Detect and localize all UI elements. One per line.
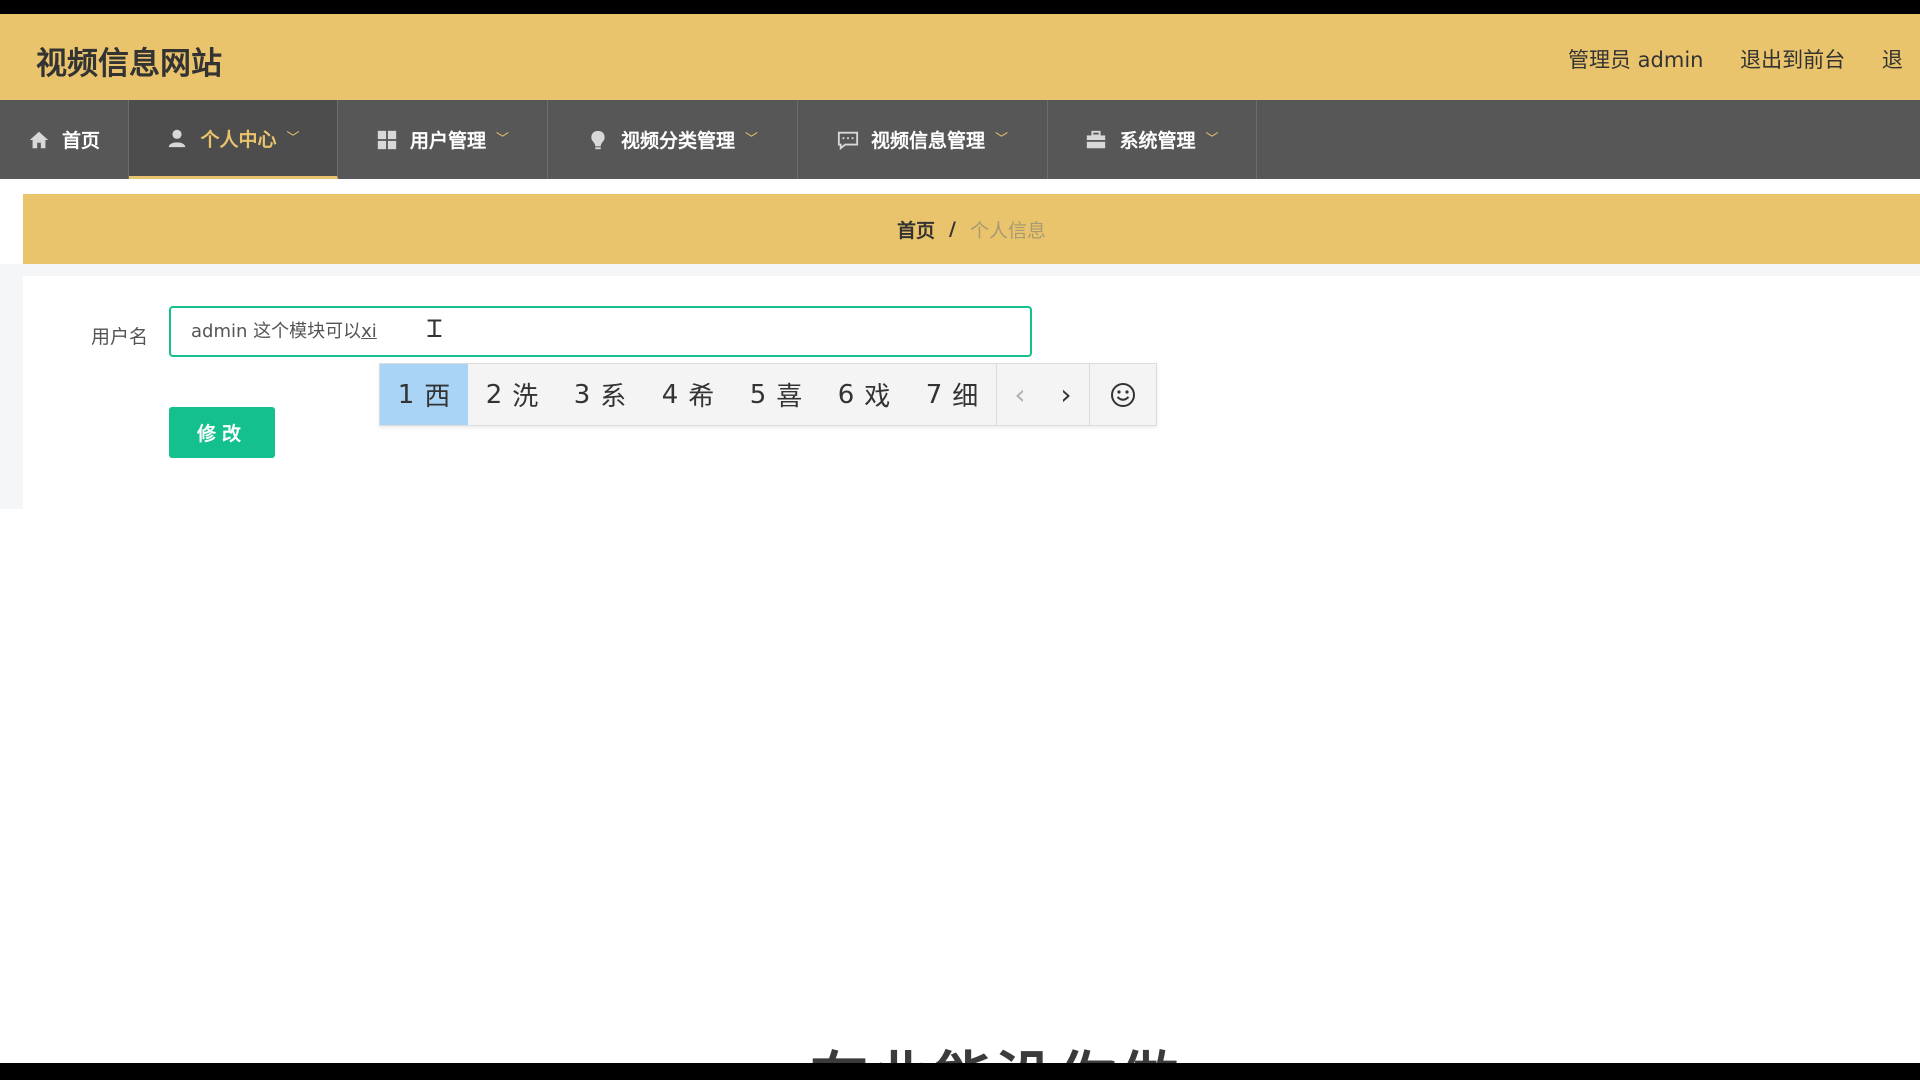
- nav-label: 个人中心: [200, 128, 277, 151]
- username-input[interactable]: admin 这个模块可以xi: [169, 306, 1032, 357]
- user-icon: [169, 129, 186, 148]
- ime-candidate[interactable]: 7细: [908, 364, 996, 425]
- nav-item-personal-center[interactable]: 个人中心 ﹀: [129, 100, 338, 179]
- ime-candidate[interactable]: 1西: [380, 364, 468, 425]
- nav-label: 系统管理: [1119, 130, 1196, 152]
- ime-candidate[interactable]: 6戏: [820, 364, 908, 425]
- nav-item-user-management[interactable]: 用户管理 ﹀: [338, 100, 548, 179]
- video-subtitle: 在业能没你做: [810, 1032, 1182, 1063]
- site-title: 视频信息网站: [36, 46, 222, 82]
- nav-label: 视频分类管理: [620, 130, 735, 152]
- nav-label: 视频信息管理: [870, 130, 985, 152]
- nav-item-home[interactable]: 首页: [0, 100, 129, 179]
- nav-label: 首页: [61, 130, 100, 152]
- breadcrumb: 首页 / 个人信息: [23, 194, 1920, 264]
- exit-to-front-link[interactable]: 退出到前台: [1740, 48, 1845, 72]
- browser-viewport: 视频信息网站 管理员 admin 退出到前台 退 首页 个人中心 ﹀ 用户管理 …: [0, 14, 1920, 1063]
- breadcrumb-home[interactable]: 首页: [897, 216, 935, 243]
- breadcrumb-current: 个人信息: [969, 219, 1046, 242]
- chat-icon: [837, 131, 859, 150]
- header-actions: 管理员 admin 退出到前台 退: [1568, 44, 1920, 74]
- chevron-down-icon: ﹀: [745, 132, 759, 147]
- top-header: 视频信息网站 管理员 admin 退出到前台 退: [0, 14, 1920, 100]
- admin-user-label: 管理员 admin: [1568, 48, 1704, 72]
- modify-button[interactable]: 修改: [169, 407, 275, 458]
- briefcase-icon: [1087, 130, 1106, 148]
- ime-candidate[interactable]: 4希: [644, 364, 732, 425]
- nav-item-system[interactable]: 系统管理 ﹀: [1048, 100, 1257, 179]
- username-label: 用户名: [91, 326, 149, 348]
- nav-item-video-info[interactable]: 视频信息管理 ﹀: [798, 100, 1048, 179]
- ime-candidate[interactable]: 5喜: [732, 364, 820, 425]
- smiley-icon: [1111, 382, 1135, 407]
- ime-emoji-button[interactable]: [1090, 364, 1156, 425]
- ime-composition-text: xi: [361, 321, 377, 342]
- chevron-down-icon: ﹀: [995, 132, 1009, 147]
- chevron-down-icon: ﹀: [286, 130, 300, 146]
- ime-page-arrows: ‹ ›: [996, 364, 1090, 425]
- home-icon: [29, 131, 49, 148]
- nav-item-video-category[interactable]: 视频分类管理 ﹀: [548, 100, 798, 179]
- text-cursor-icon: Ꮖ: [427, 315, 443, 343]
- ime-prev-page-button[interactable]: ‹: [1014, 378, 1025, 411]
- ime-candidate-popup: 1西 2洗 3系 4希 5喜 6戏 7细 ‹ ›: [379, 363, 1157, 426]
- nav-label: 用户管理: [409, 130, 486, 152]
- chevron-down-icon: ﹀: [1205, 132, 1219, 147]
- grid-icon: [377, 130, 397, 149]
- ime-next-page-button[interactable]: ›: [1060, 378, 1071, 411]
- breadcrumb-separator: /: [949, 218, 956, 240]
- username-value: admin 这个模块可以: [191, 321, 362, 342]
- logout-link[interactable]: 退: [1882, 48, 1903, 72]
- bulb-icon: [591, 130, 605, 149]
- ime-candidate[interactable]: 2洗: [468, 364, 556, 425]
- main-nav: 首页 个人中心 ﹀ 用户管理 ﹀ 视频分类管理 ﹀ 视频信息管理 ﹀ 系统管理 …: [0, 100, 1920, 179]
- chevron-down-icon: ﹀: [496, 132, 510, 147]
- ime-candidate[interactable]: 3系: [556, 364, 644, 425]
